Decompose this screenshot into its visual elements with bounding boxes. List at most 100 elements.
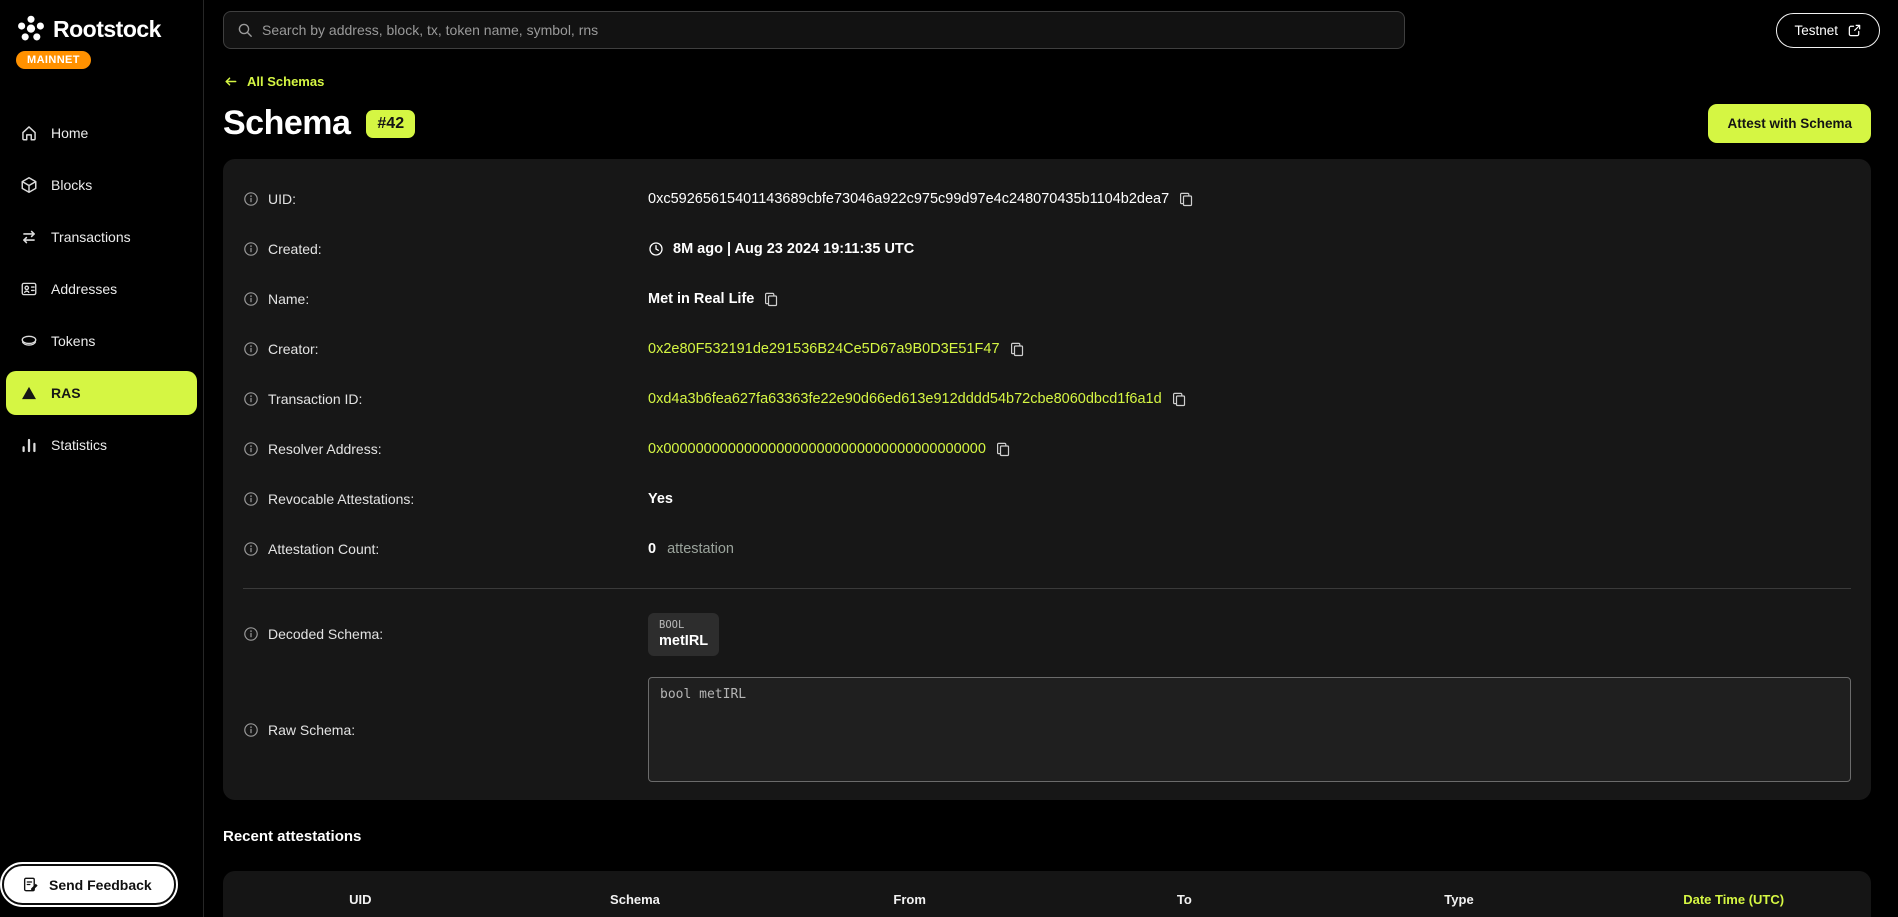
rootstock-flower-icon bbox=[16, 14, 46, 44]
column-header-type[interactable]: Type bbox=[1322, 892, 1597, 907]
title-row: Schema #42 Attest with Schema bbox=[223, 104, 1871, 143]
resolver-address-link[interactable]: 0x00000000000000000000000000000000000000… bbox=[648, 441, 986, 457]
copy-icon[interactable] bbox=[995, 441, 1011, 457]
sidebar-item-ras[interactable]: RAS bbox=[6, 371, 197, 415]
bar-chart-icon bbox=[20, 436, 38, 454]
column-header-schema[interactable]: Schema bbox=[498, 892, 773, 907]
copy-icon[interactable] bbox=[1178, 191, 1194, 207]
column-header-datetime[interactable]: Date Time (UTC) bbox=[1596, 892, 1871, 907]
search-input[interactable] bbox=[262, 22, 1391, 38]
sidebar-item-label: Statistics bbox=[51, 437, 107, 453]
external-link-icon bbox=[1847, 23, 1862, 38]
send-feedback-label: Send Feedback bbox=[49, 877, 152, 893]
rootstock-logo[interactable]: Rootstock bbox=[0, 14, 203, 44]
info-icon bbox=[243, 291, 259, 307]
sidebar-item-tokens[interactable]: Tokens bbox=[6, 319, 197, 363]
feedback-pencil-icon bbox=[22, 876, 39, 893]
attestation-count-value: 0 bbox=[648, 541, 656, 557]
sidebar-item-label: Addresses bbox=[51, 281, 117, 297]
recent-attestations-heading: Recent attestations bbox=[223, 828, 1871, 845]
sidebar-item-label: Transactions bbox=[51, 229, 131, 245]
attestations-table-header: UID Schema From To Type Date Time (UTC) bbox=[223, 871, 1871, 917]
attestations-table: UID Schema From To Type Date Time (UTC) bbox=[223, 871, 1871, 917]
column-header-to[interactable]: To bbox=[1047, 892, 1322, 907]
decoded-field-type: BOOL bbox=[659, 619, 708, 631]
decoded-schema-row: Decoded Schema: BOOL metIRL bbox=[243, 601, 1851, 667]
info-icon bbox=[243, 722, 259, 738]
sidebar-item-statistics[interactable]: Statistics bbox=[6, 423, 197, 467]
creator-row: Creator: 0x2e80F532191de291536B24Ce5D67a… bbox=[243, 324, 1851, 374]
raw-schema-textarea[interactable]: bool metIRL bbox=[648, 677, 1851, 782]
clock-icon bbox=[648, 241, 664, 257]
name-row: Name: Met in Real Life bbox=[243, 274, 1851, 324]
search-icon bbox=[237, 22, 253, 38]
swap-arrows-icon bbox=[20, 228, 38, 246]
app-root: Rootstock MAINNET Home Blocks Transactio… bbox=[0, 0, 1898, 917]
transaction-id-row: Transaction ID: 0xd4a3b6fea627fa63363fe2… bbox=[243, 374, 1851, 424]
topbar: Testnet bbox=[204, 0, 1898, 58]
sidebar: Rootstock MAINNET Home Blocks Transactio… bbox=[0, 0, 204, 917]
sidebar-item-transactions[interactable]: Transactions bbox=[6, 215, 197, 259]
revocable-row: Revocable Attestations: Yes bbox=[243, 474, 1851, 524]
created-label: Created: bbox=[268, 241, 322, 257]
info-icon bbox=[243, 491, 259, 507]
revocable-value: Yes bbox=[648, 491, 673, 507]
network-badge: MAINNET bbox=[16, 51, 91, 69]
info-icon bbox=[243, 241, 259, 257]
copy-icon[interactable] bbox=[1171, 391, 1187, 407]
info-icon bbox=[243, 191, 259, 207]
info-icon bbox=[243, 626, 259, 642]
decoded-field-name: metIRL bbox=[659, 633, 708, 649]
testnet-label: Testnet bbox=[1794, 23, 1838, 38]
sidebar-item-addresses[interactable]: Addresses bbox=[6, 267, 197, 311]
sidebar-item-label: Home bbox=[51, 125, 88, 141]
copy-icon[interactable] bbox=[763, 291, 779, 307]
raw-schema-row: Raw Schema: bool metIRL bbox=[243, 677, 1851, 782]
created-row: Created: 8M ago | Aug 23 2024 19:11:35 U… bbox=[243, 224, 1851, 274]
main-area: Testnet All Schemas Schema #42 Attest wi… bbox=[204, 0, 1898, 917]
name-label: Name: bbox=[268, 291, 309, 307]
attestation-count-row: Attestation Count: 0attestation bbox=[243, 524, 1851, 574]
resolver-address-label: Resolver Address: bbox=[268, 441, 382, 457]
panel-divider bbox=[243, 588, 1851, 589]
breadcrumb-label: All Schemas bbox=[247, 74, 324, 89]
created-value: 8M ago | Aug 23 2024 19:11:35 UTC bbox=[673, 241, 914, 257]
brand-name: Rootstock bbox=[53, 16, 161, 43]
attestation-count-label: Attestation Count: bbox=[268, 541, 379, 557]
decoded-schema-chip: BOOL metIRL bbox=[648, 613, 719, 656]
cube-icon bbox=[20, 176, 38, 194]
home-icon bbox=[20, 124, 38, 142]
attest-with-schema-button[interactable]: Attest with Schema bbox=[1708, 104, 1871, 143]
column-header-from[interactable]: From bbox=[772, 892, 1047, 907]
token-coin-icon bbox=[20, 332, 38, 350]
send-feedback-button[interactable]: Send Feedback bbox=[2, 864, 176, 905]
sidebar-item-label: RAS bbox=[51, 385, 81, 401]
creator-label: Creator: bbox=[268, 341, 319, 357]
info-icon bbox=[243, 341, 259, 357]
breadcrumb-all-schemas[interactable]: All Schemas bbox=[223, 74, 324, 89]
schema-detail-panel: UID: 0xc59265615401143689cbfe73046a922c9… bbox=[223, 159, 1871, 800]
raw-schema-label: Raw Schema: bbox=[268, 722, 355, 738]
column-header-uid[interactable]: UID bbox=[223, 892, 498, 907]
search-bar bbox=[223, 11, 1405, 49]
id-card-icon bbox=[20, 280, 38, 298]
sidebar-item-label: Tokens bbox=[51, 333, 95, 349]
revocable-label: Revocable Attestations: bbox=[268, 491, 414, 507]
name-value: Met in Real Life bbox=[648, 291, 754, 307]
page-title: Schema bbox=[223, 104, 350, 143]
uid-label: UID: bbox=[268, 191, 296, 207]
copy-icon[interactable] bbox=[1009, 341, 1025, 357]
sidebar-item-home[interactable]: Home bbox=[6, 111, 197, 155]
info-icon bbox=[243, 391, 259, 407]
ras-triangle-icon bbox=[20, 384, 38, 402]
resolver-address-row: Resolver Address: 0x00000000000000000000… bbox=[243, 424, 1851, 474]
creator-address-link[interactable]: 0x2e80F532191de291536B24Ce5D67a9B0D3E51F… bbox=[648, 341, 1000, 357]
transaction-id-label: Transaction ID: bbox=[268, 391, 362, 407]
sidebar-item-blocks[interactable]: Blocks bbox=[6, 163, 197, 207]
uid-row: UID: 0xc59265615401143689cbfe73046a922c9… bbox=[243, 174, 1851, 224]
decoded-schema-label: Decoded Schema: bbox=[268, 626, 383, 642]
info-icon bbox=[243, 541, 259, 557]
schema-page: All Schemas Schema #42 Attest with Schem… bbox=[204, 58, 1898, 917]
transaction-id-link[interactable]: 0xd4a3b6fea627fa63363fe22e90d66ed613e912… bbox=[648, 391, 1162, 407]
testnet-switch-button[interactable]: Testnet bbox=[1776, 13, 1880, 48]
